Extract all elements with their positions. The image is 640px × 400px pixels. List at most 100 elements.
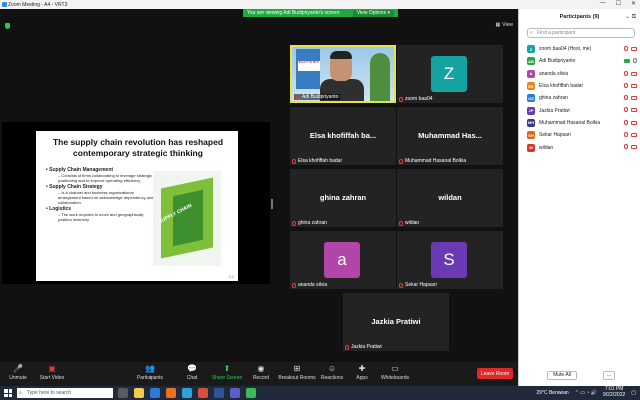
mic-muted-icon [624, 46, 628, 51]
participant-row[interactable]: MH Muhammad Hasanal Bolkia [527, 117, 639, 129]
leave-room-button[interactable]: Leave Room [477, 368, 513, 379]
mute-all-button[interactable]: Mute All [547, 371, 577, 380]
camera-off-icon [631, 120, 637, 125]
more-button[interactable]: ... [603, 371, 615, 380]
tile-label: Jazkia Pratiwi [345, 344, 382, 350]
panel-close-icon[interactable]: ⧉ [632, 14, 636, 20]
grid-icon: ▦ [495, 22, 501, 28]
windows-start-icon[interactable] [4, 389, 12, 397]
participant-name: Muhammad Hasanal Bolkia [539, 119, 601, 126]
word-icon[interactable] [214, 388, 224, 398]
camera-off-icon [631, 71, 637, 76]
book-cover-image: SUPPLY CHAIN [153, 171, 221, 266]
meeting-area: You are viewing Adi Budipriyanto's scree… [0, 9, 518, 362]
tile-label: zoom baa04 [399, 96, 433, 102]
start-video-button[interactable]: ▣ Start Video [30, 364, 74, 381]
close-button[interactable]: ✕ [631, 0, 636, 7]
people-icon: 👥9 [145, 364, 155, 380]
participant-name: Jazkia Pratiwi [539, 107, 570, 114]
mic-muted-icon [624, 132, 628, 138]
tile-label: wildan [399, 220, 419, 226]
camera-off-icon [631, 96, 637, 101]
video-tile-adi[interactable]: BEGIN THE BEST Adi Budipriyanto [290, 45, 396, 103]
video-tile-wildan[interactable]: wildan wildan [397, 169, 503, 227]
tray-icons[interactable]: ⌃ ▭ ◔ 🔊 [575, 390, 597, 396]
view-button[interactable]: ▦ View [496, 22, 513, 28]
participant-name: Elsa khofiffah badar [539, 83, 584, 90]
participants-button[interactable]: 👥9 Participants [128, 364, 172, 381]
participant-name: ananda silvia [539, 70, 569, 77]
participant-row[interactable]: Z zoom baa04 (Host, me) [527, 43, 639, 55]
participant-row[interactable]: W wildan [527, 141, 639, 153]
chrome-icon[interactable] [246, 388, 256, 398]
participant-row[interactable]: A ananda silvia [527, 68, 639, 80]
breakout-rooms-icon: ⊞ [293, 364, 301, 373]
participants-panel: Participants (9) ⌄ ⧉ ⌕ Find a participan… [518, 9, 640, 386]
title-bar: Zoom Meeting - A4 - VRT3 — ☐ ✕ [0, 0, 640, 9]
mic-icon [633, 58, 637, 64]
panel-controls: ⌄ ⧉ [625, 13, 636, 21]
taskbar-search-input[interactable]: ⌕ Type here to search [17, 388, 113, 398]
participant-row[interactable]: GZ ghina zahran [527, 92, 639, 104]
video-tile-jazkia[interactable]: Jazkia Pratiwi Jazkia Pratiwi [343, 293, 449, 351]
participant-name: zoom baa04 (Host, me) [539, 46, 592, 53]
tile-label: ghina zahran [292, 220, 327, 226]
participant-row[interactable]: JP Jazkia Pratiwi [527, 104, 639, 116]
bullet-sub: – The work required to move and geograph… [58, 212, 144, 222]
zoom-app-icon[interactable] [182, 388, 192, 398]
security-shield-icon[interactable] [5, 23, 10, 29]
view-options-button[interactable]: View Options ▾ [352, 9, 394, 17]
video-tile-sekar[interactable]: S Sekar Hapsari [397, 231, 503, 289]
participant-name: Adi Budipriyanto [539, 58, 576, 65]
file-explorer-icon[interactable] [134, 388, 144, 398]
video-tile-ghina[interactable]: ghina zahran ghina zahran [290, 169, 396, 227]
mic-muted-icon [624, 82, 628, 88]
participant-search-input[interactable]: ⌕ Find a participant [527, 28, 635, 38]
tile-label: Muhammad Hasanal Bolkia [399, 158, 466, 164]
mic-muted-icon [292, 220, 296, 226]
participant-avatar: JP [527, 106, 535, 115]
participant-avatar: SH [527, 131, 535, 140]
mic-muted-icon [399, 158, 403, 164]
mic-off-icon: 🎤 [13, 364, 23, 373]
maximize-button[interactable]: ☐ [616, 0, 621, 7]
tile-label: Elsa khofiffah badar [292, 158, 342, 164]
camera-off-icon [631, 145, 637, 150]
video-tile-zoom[interactable]: Z zoom baa04 [397, 45, 503, 103]
mic-muted-icon [292, 282, 296, 288]
share-screen-icon: ⬆ [223, 364, 231, 373]
clock[interactable]: 7:01 PM 9/22/2022 [603, 386, 625, 398]
camera-on-icon [624, 59, 630, 64]
whiteboards-button[interactable]: ▭ Whiteboards [373, 364, 417, 381]
weather-widget[interactable]: 29°C Berawan [536, 390, 568, 396]
video-tile-elsa[interactable]: Elsa khofiffah ba... Elsa khofiffah bada… [290, 107, 396, 165]
participant-avatar: EK [527, 82, 535, 91]
participant-list: Z zoom baa04 (Host, me) AB Adi Budipriya… [527, 43, 639, 154]
minimize-button[interactable]: — [600, 0, 606, 7]
tile-name: ghina zahran [319, 193, 367, 202]
edge-icon[interactable] [150, 388, 160, 398]
video-tile-muhammad[interactable]: Muhammad Has... Muhammad Hasanal Bolkia [397, 107, 503, 165]
notification-icon[interactable]: ▢ [631, 390, 636, 396]
participant-row[interactable]: AB Adi Budipriyanto [527, 55, 639, 67]
avatar: Z [431, 56, 467, 92]
firefox-icon[interactable] [166, 388, 176, 398]
popout-icon[interactable]: ⌄ [625, 14, 630, 20]
participant-name: wildan [539, 144, 554, 151]
split-divider-handle[interactable] [271, 199, 273, 209]
mic-muted-icon [399, 220, 403, 226]
teams-icon[interactable] [230, 388, 240, 398]
mic-muted-icon [624, 119, 628, 125]
task-view-icon[interactable] [118, 388, 128, 398]
participant-row[interactable]: EK Elsa khofiffah badar [527, 80, 639, 92]
video-tile-ananda[interactable]: a ananda silvia [290, 231, 396, 289]
participant-row[interactable]: SH Sekar Hapsari [527, 129, 639, 141]
taskbar-apps [118, 388, 256, 398]
camera-off-icon: ▣ [48, 364, 56, 373]
bullet-sub: – Is a channel and business organization… [58, 190, 154, 205]
mic-muted-icon [345, 344, 349, 350]
tile-name: Elsa khofiffah ba... [309, 131, 377, 140]
powerpoint-icon[interactable] [198, 388, 208, 398]
camera-off-icon [631, 47, 637, 51]
participant-name: ghina zahran [539, 95, 568, 102]
